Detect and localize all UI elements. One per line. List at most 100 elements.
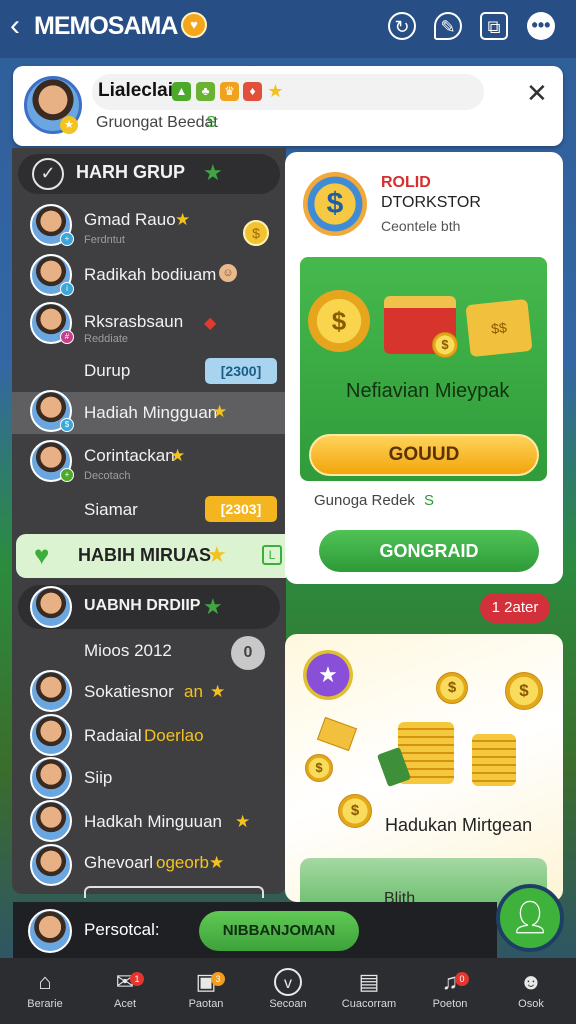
status-icon: + — [60, 232, 74, 246]
star-icon: ★ — [235, 812, 251, 831]
reward-label: Hadukan Mirtgean — [385, 815, 533, 835]
list-item-name[interactable]: Hadiah Mingguan — [84, 403, 217, 423]
star-icon: ★ — [203, 594, 223, 619]
list-item-name[interactable]: Radikah bodiuam — [84, 265, 216, 285]
list-item-sub: Decotach — [84, 470, 131, 482]
list-item-name[interactable]: Corintackan — [84, 446, 175, 466]
nav-label: Cuacorram — [341, 998, 397, 1010]
avatar[interactable] — [30, 757, 72, 799]
list-item-name[interactable]: Siip — [84, 768, 112, 788]
promo-banner-label: Nefiavian Mieypak — [346, 380, 510, 402]
notification-badge: 3 — [211, 972, 225, 986]
heart-icon: ♥ — [34, 540, 50, 570]
nav-item-chat[interactable]: ✉ 1 Acet — [84, 962, 166, 1022]
star-icon[interactable]: ★ — [303, 650, 353, 700]
nav-label: Secoan — [269, 998, 307, 1010]
list-item-name[interactable]: Durup — [84, 361, 130, 381]
list-item-name[interactable]: Siamar — [84, 500, 138, 520]
emoji-icon: ☺ — [219, 264, 237, 282]
gem-icon: ◆ — [204, 315, 217, 332]
profile-name: Lialeclai — [98, 80, 173, 101]
star-icon: ★ — [209, 853, 225, 872]
nav-item-gift[interactable]: ▣ 3 Paotan — [165, 962, 247, 1022]
list-item-name[interactable]: Gmad Rauo — [84, 210, 176, 230]
copy-icon[interactable]: ⧉ — [480, 12, 508, 40]
profile-subtitle: Gruongat Beedat — [96, 114, 218, 131]
status-icon: i — [60, 282, 74, 296]
check-icon[interactable]: ✓ — [32, 158, 64, 190]
list-item-name[interactable]: Radaial — [84, 726, 142, 746]
flag-icon[interactable]: L — [262, 545, 282, 565]
list-item-extra: Doerlao — [144, 726, 204, 745]
avatar[interactable] — [30, 714, 72, 756]
list-item-extra: ogeorb — [156, 853, 209, 872]
level-badge-icon: ▲ — [172, 82, 191, 101]
list-item-name[interactable]: Sokatiesnor — [84, 682, 174, 702]
promo-title: ROLID — [381, 174, 431, 191]
more-icon[interactable]: ••• — [527, 12, 555, 40]
count-pill[interactable]: [2303] — [205, 496, 277, 522]
list-item-name[interactable]: Mioos 2012 — [84, 641, 172, 661]
leaf-badge-icon: ♣ — [196, 82, 215, 101]
status-icon: # — [60, 330, 74, 344]
user-icon: ☻ — [519, 969, 543, 994]
back-chevron-icon[interactable]: ‹ — [10, 10, 34, 42]
profile-subtitle-accent: S — [206, 114, 217, 131]
nav-label: Berarie — [27, 998, 63, 1010]
nav-item-inbox[interactable]: ▤ Cuacorram — [328, 962, 410, 1022]
list-item-sub: Reddiate — [84, 333, 129, 345]
chat-icon[interactable]: ✎ — [434, 12, 462, 40]
heart-badge-icon: ♥ — [181, 12, 207, 38]
nav-label: Poeton — [432, 998, 468, 1010]
group-title: HARH GRUP — [76, 162, 186, 182]
home-icon: ⌂ — [38, 969, 52, 994]
coin-icon: $ — [338, 794, 372, 828]
list-item-name[interactable]: Ghevoarl — [84, 853, 153, 873]
lock-icon[interactable]: 0 — [231, 636, 265, 670]
strip-label: Persotcal: — [84, 920, 160, 939]
avatar[interactable] — [28, 909, 72, 953]
coin-icon[interactable]: $ — [243, 220, 269, 246]
star-badge-icon: ★ — [60, 116, 78, 134]
nav-item-music[interactable]: ♫ 0 Poeton — [409, 962, 491, 1022]
nav-label: Osok — [518, 998, 544, 1010]
profile-fab-button[interactable]: 👤︎ — [496, 884, 564, 952]
list-item-sub: Ferdntut — [84, 234, 125, 246]
list-item-name[interactable]: Hadkah Minguuan — [84, 812, 222, 832]
promo-desc: Ceontele bth — [381, 218, 461, 234]
nav-item-explore[interactable]: v Secoan — [247, 962, 329, 1022]
claim-button[interactable]: GOUUD — [309, 434, 539, 476]
list-item-extra: an — [184, 682, 203, 701]
sync-icon[interactable]: ↻ — [388, 12, 416, 40]
status-icon: + — [60, 468, 74, 482]
coin-icon: $ — [305, 754, 333, 782]
sun-coin-icon: $ — [308, 290, 370, 352]
weekly-reward-title: HABIH MIRUAS — [78, 545, 211, 565]
load-more-button[interactable] — [84, 886, 264, 898]
nav-item-profile[interactable]: ☻ Osok — [490, 962, 572, 1022]
avatar[interactable] — [30, 800, 72, 842]
star-icon: ★ — [212, 402, 228, 421]
crown-badge-icon: ♛ — [220, 82, 239, 101]
join-button[interactable]: NIBBANJOMAN — [199, 911, 359, 951]
app-title: MEMOSAMA — [34, 12, 178, 40]
coin-stack-icon — [472, 734, 516, 786]
time-pill[interactable]: 1 2ater — [480, 593, 550, 623]
star-icon: ★ — [210, 682, 226, 701]
avatar[interactable] — [30, 586, 72, 628]
nav-item-home[interactable]: ⌂ Berarie — [4, 962, 86, 1022]
count-pill[interactable]: [2300] — [205, 358, 277, 384]
group-title: UABNH DRDIIP — [84, 597, 201, 614]
compass-icon: v — [274, 968, 302, 996]
promo-subtitle: DTORKSTOR — [381, 194, 481, 211]
avatar[interactable] — [30, 844, 72, 886]
coin-icon: $ — [505, 672, 543, 710]
confirm-button[interactable]: GONGRAID — [319, 530, 539, 572]
list-item-name[interactable]: Rksrasbsaun — [84, 312, 183, 332]
star-icon: ★ — [170, 446, 186, 465]
star-icon: ★ — [175, 210, 191, 229]
avatar[interactable] — [30, 670, 72, 712]
nav-label: Acet — [113, 998, 136, 1010]
close-icon[interactable]: ✕ — [526, 80, 548, 106]
user-icon: 👤︎ — [509, 899, 551, 935]
